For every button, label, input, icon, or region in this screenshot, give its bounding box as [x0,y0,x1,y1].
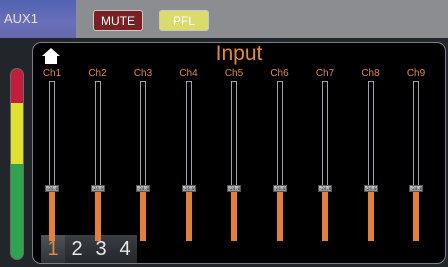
fader-fill-9 [413,189,419,241]
fader-fill-6 [276,189,283,241]
fader-fill-8 [367,189,374,241]
channel-label-3: Ch3 [133,68,153,79]
channel-label-7: Ch7 [315,68,335,79]
channel-label-1: Ch1 [42,68,62,79]
fader-handle-1[interactable]: -24.0 [45,185,59,193]
page-button-2[interactable]: 2 [65,235,89,263]
page-button-3[interactable]: 3 [89,235,113,263]
fader-fill-1 [49,189,55,241]
fader-fill-3 [140,189,146,241]
input-panel: Input 1234 Ch1 -24.0 Ch2 -24.0 Ch3 -24.0 Ch4 -2… [32,42,446,264]
channel-label-6: Ch6 [270,68,289,79]
level-meter [10,68,24,260]
fader-fill-4 [185,189,192,241]
fader-handle-6[interactable]: -24.0 [272,185,287,193]
channel-label-4: Ch4 [179,68,198,79]
fader-handle-7[interactable]: -24.0 [318,185,332,193]
fader-handle-3[interactable]: -24.0 [136,185,150,193]
aux-tab[interactable]: AUX1 [0,0,76,38]
fader-fill-2 [94,189,101,241]
page-title: Input [215,42,263,65]
top-bar: AUX1 MUTE PFL [0,0,448,38]
channel-label-8: Ch8 [361,68,380,79]
page-button-4[interactable]: 4 [113,235,137,263]
fader-handle-9[interactable]: -24.0 [409,185,423,193]
pfl-button[interactable]: PFL [159,10,209,31]
channel-label-9: Ch9 [406,68,426,79]
fader-fill-7 [322,189,328,241]
channel-label-2: Ch2 [88,68,107,79]
mute-button[interactable]: MUTE [93,10,143,31]
page-selector: 1234 [41,235,137,263]
fader-fill-5 [231,189,237,241]
fader-handle-4[interactable]: -24.0 [181,185,196,193]
fader-handle-5[interactable]: -24.0 [227,185,241,193]
fader-handle-8[interactable]: -24.0 [363,185,378,193]
fader-handle-2[interactable]: -24.0 [90,185,105,193]
channel-label-5: Ch5 [224,68,244,79]
